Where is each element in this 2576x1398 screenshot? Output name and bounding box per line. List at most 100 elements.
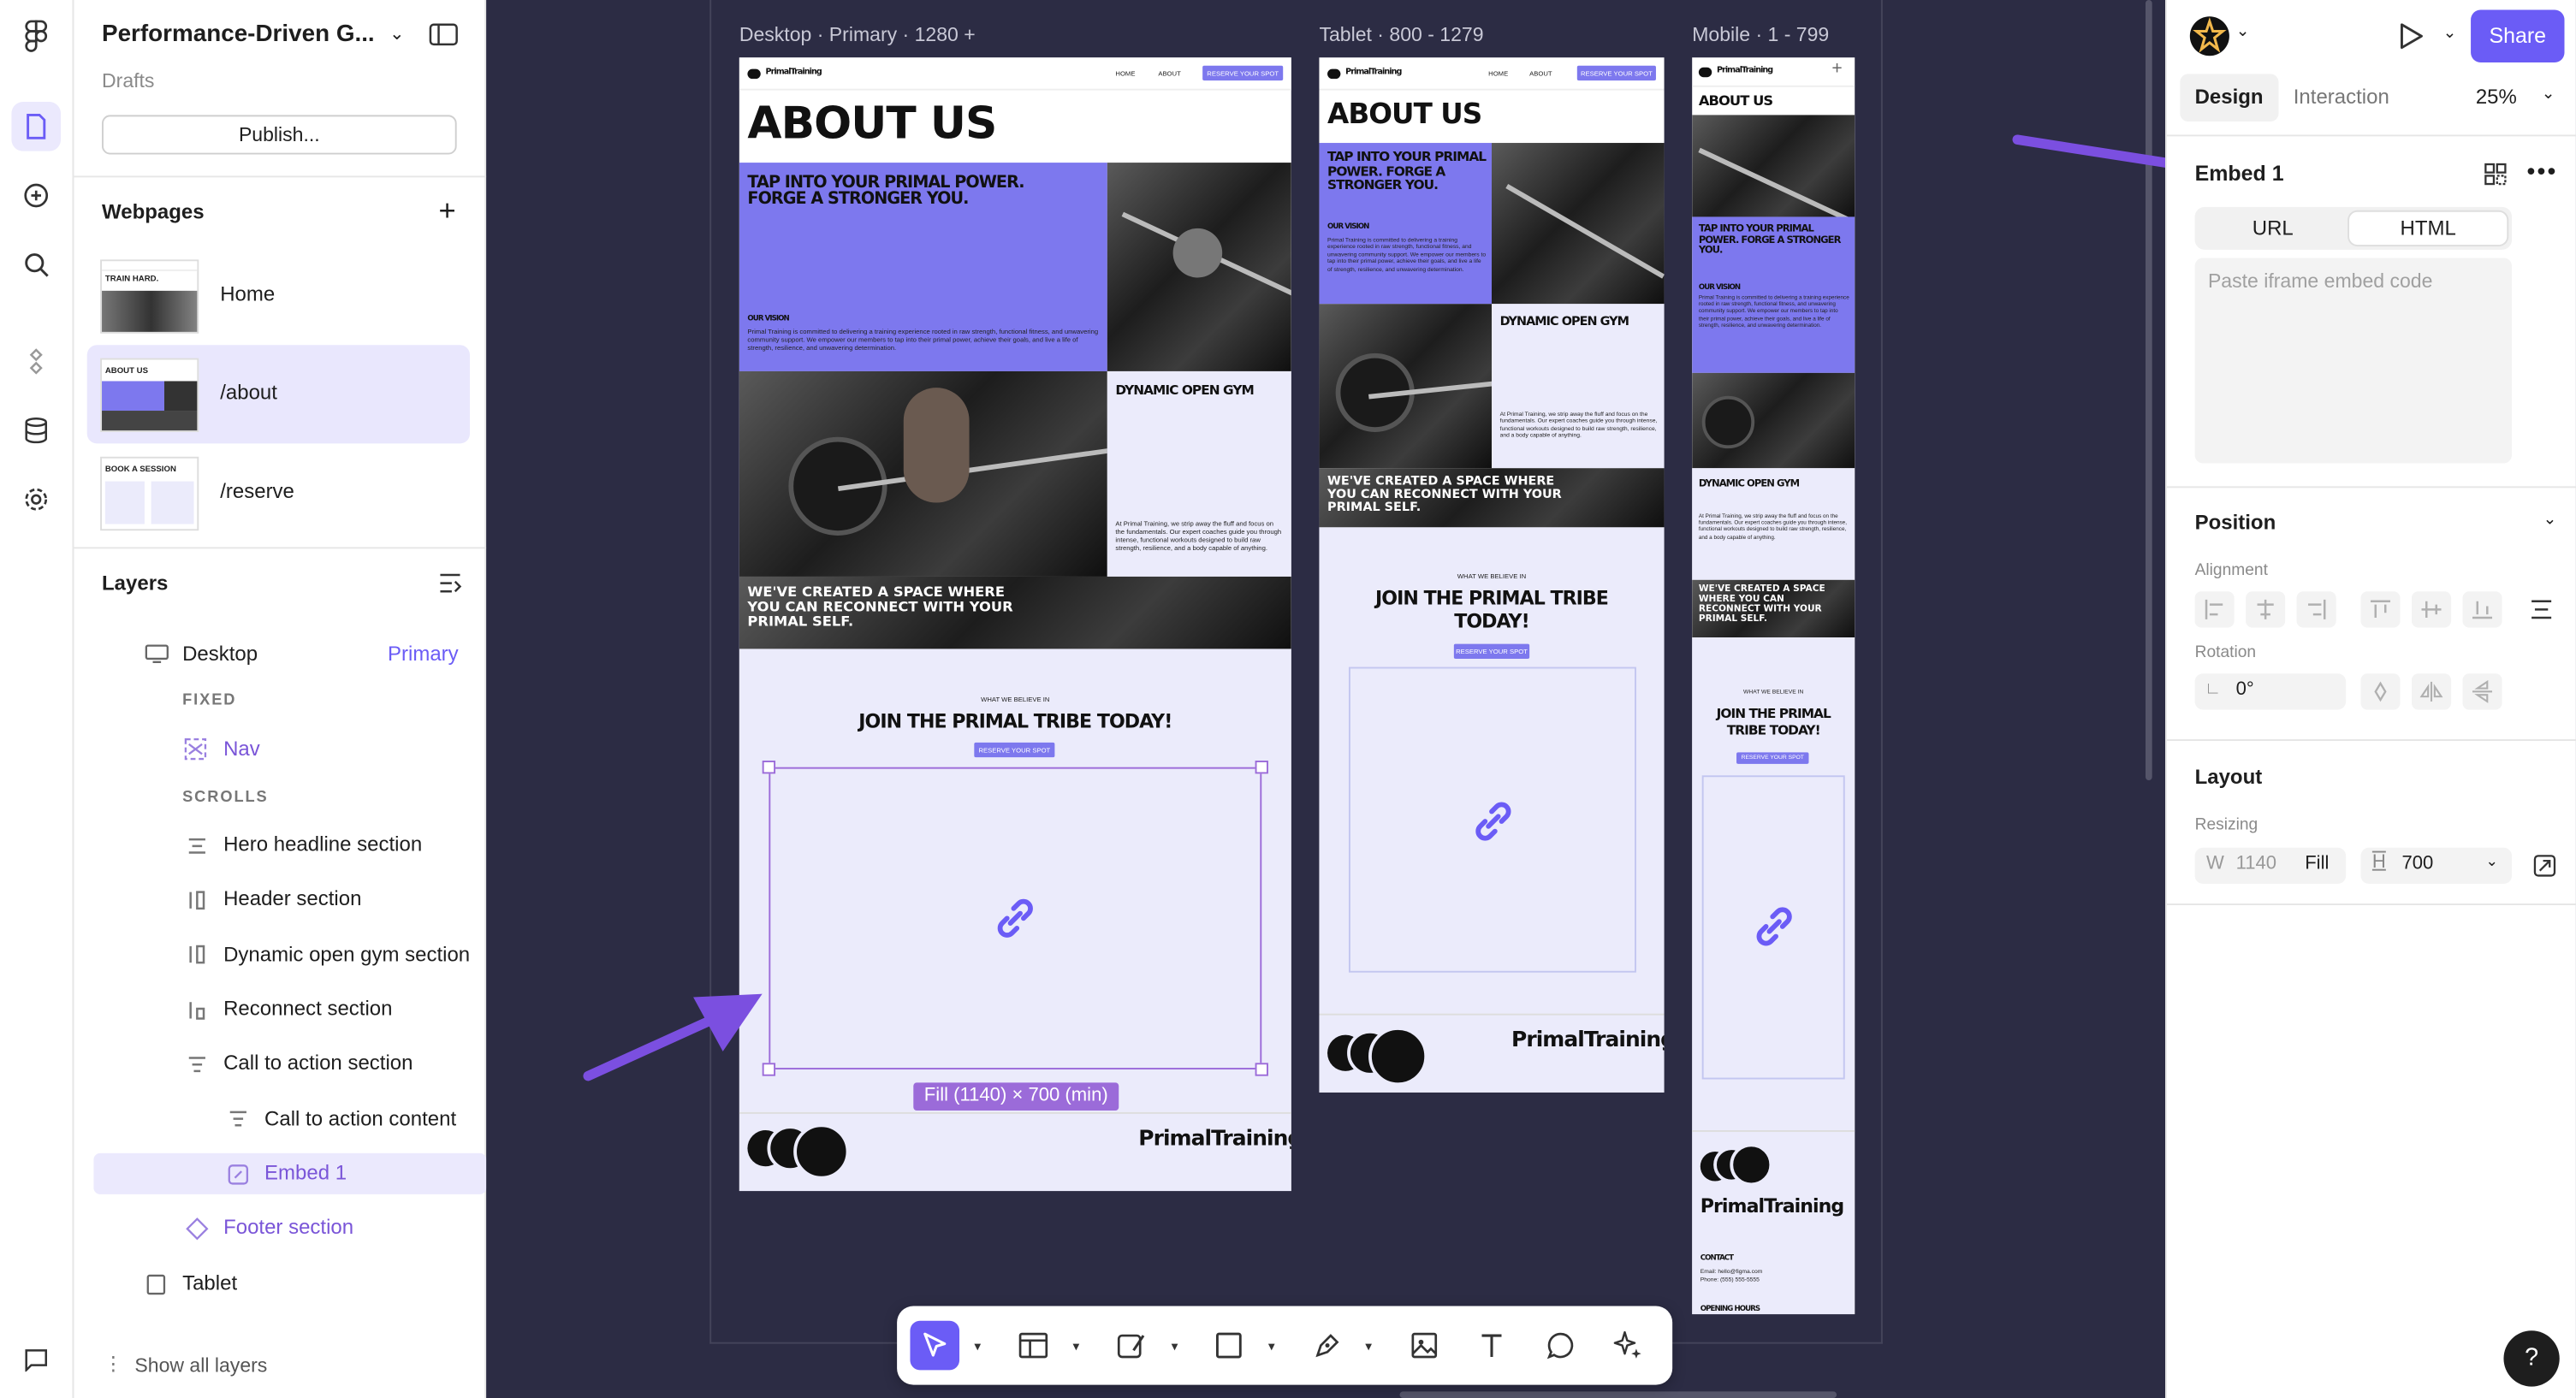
nav-bar: PrimalTraining HOME ABOUT RESERVE YOUR S… [739,57,1291,91]
embed-title: Embed 1 [2194,161,2284,186]
publish-button[interactable]: Publish... [102,115,457,155]
rotation-input[interactable]: ∟ 0° [2194,673,2347,710]
align-bottom-icon[interactable] [2462,591,2502,628]
chevron-down-icon[interactable]: ⌄ [2442,25,2456,43]
resize-handle[interactable] [1255,761,1268,774]
about-title: ABOUT US [747,98,997,150]
layer-desktop[interactable]: Desktop [182,643,258,666]
segment-html[interactable]: HTML [2349,211,2508,246]
divider [2166,486,2576,489]
play-icon[interactable] [2399,21,2425,51]
chevron-down-icon[interactable]: ⌄ [2543,511,2557,529]
resize-handle[interactable] [762,761,776,774]
layer-call-to-action-content[interactable]: Call to action content [264,1107,456,1130]
align-middle-icon[interactable] [2411,591,2452,628]
segment-url[interactable]: URL [2199,212,2346,245]
layout-tool-icon[interactable] [1009,1321,1059,1371]
page-item-reserve[interactable]: BOOK A SESSION /reserve [87,443,470,542]
chevron-down-icon[interactable]: ▾ [1365,1339,1372,1354]
gym-text-block: DYNAMIC OPEN GYM At Primal Training, we … [1491,304,1665,469]
chevron-down-icon[interactable]: ▾ [1172,1339,1178,1354]
desktop-frame-label[interactable]: Desktop · Primary · 1280 + [739,23,976,46]
align-left-icon[interactable] [2194,591,2235,628]
show-all-layers[interactable]: Show all layers [134,1354,267,1377]
pages-icon[interactable] [11,102,62,151]
chevron-down-icon[interactable]: ⌄ [389,23,405,44]
select-tool-icon[interactable] [910,1320,960,1371]
brand-logo-icon [1327,68,1341,80]
min-max-icon[interactable] [2533,854,2556,877]
layer-header-section[interactable]: Header section [223,887,361,910]
text-tool-icon[interactable] [1467,1321,1517,1371]
nav-brand: PrimalTraining [1716,65,1773,76]
zoom-level[interactable]: 25% [2476,86,2517,109]
resize-handle[interactable] [1255,1063,1268,1076]
embed-selection[interactable] [769,767,1262,1069]
feedback-icon[interactable] [11,1336,61,1385]
page-item-about[interactable]: ABOUT US /about [86,345,471,444]
tagline-block: TAP INTO YOUR PRIMAL POWER. FORGE A STRO… [739,163,1107,371]
more-dots-icon[interactable]: ⋮ [104,1352,123,1375]
chevron-down-icon[interactable]: ⌄ [2485,853,2497,871]
help-button[interactable]: ? [2503,1330,2560,1387]
embed-code-textarea[interactable]: Paste iframe embed code [2194,258,2513,464]
flip-horizontal-icon[interactable] [2411,673,2452,710]
canvas-h-scrollbar[interactable] [1399,1391,1837,1398]
search-icon[interactable] [11,240,61,289]
figma-logo-icon[interactable] [11,11,61,61]
align-top-icon[interactable] [2360,591,2401,628]
page-label: /reserve [220,479,294,503]
more-options-icon[interactable]: ••• [2526,157,2557,186]
width-input[interactable]: W 1140 Fill [2194,847,2347,885]
layer-embed-1[interactable]: Embed 1 [264,1162,347,1185]
layer-reconnect-section[interactable]: Reconnect section [223,998,392,1021]
align-right-icon[interactable] [2296,591,2336,628]
layer-hero-headline[interactable]: Hero headline section [223,832,422,856]
component-tool-icon[interactable] [1107,1321,1157,1371]
collapse-layers-icon[interactable] [439,573,462,593]
chevron-down-icon[interactable]: ▾ [974,1339,981,1354]
grid-icon[interactable] [2484,163,2507,186]
nav-bar: PrimalTraining + [1692,57,1855,87]
height-input[interactable]: H 700 ⌄ [2360,847,2513,885]
cms-icon[interactable] [11,406,61,455]
chevron-down-icon[interactable]: ▾ [1072,1339,1079,1354]
insert-icon[interactable] [11,171,61,221]
mobile-frame[interactable]: PrimalTraining + ABOUT US TAP INTO YOUR … [1692,57,1855,1315]
pen-tool-icon[interactable] [1303,1321,1352,1371]
layer-tablet[interactable]: Tablet [182,1271,237,1294]
tablet-frame[interactable]: PrimalTraining HOME ABOUT RESERVE YOUR S… [1319,57,1665,1093]
project-title[interactable]: Performance-Driven G... [102,21,375,48]
size-badge: Fill (1140) × 700 (min) [913,1082,1119,1111]
nav-bar: PrimalTraining HOME ABOUT RESERVE YOUR S… [1319,57,1665,91]
sidebar-toggle-icon[interactable] [429,23,459,46]
canvas-scrollbar[interactable] [2145,0,2152,781]
layer-dynamic-open-gym[interactable]: Dynamic open gym section [223,943,470,966]
add-page-icon[interactable]: + [439,194,456,228]
avatar[interactable] [2189,16,2229,56]
layer-call-to-action[interactable]: Call to action section [223,1051,413,1075]
share-button[interactable]: Share [2471,9,2565,62]
rotate-icon[interactable] [2360,673,2401,710]
layer-nav[interactable]: Nav [223,738,260,761]
align-center-icon[interactable] [2246,591,2286,628]
mobile-frame-label[interactable]: Mobile · 1 - 799 [1692,23,1829,46]
settings-icon[interactable] [11,475,61,524]
columns-icon [186,998,209,1022]
tab-design[interactable]: Design [2195,86,2264,109]
ai-sparkle-icon[interactable] [1604,1321,1653,1371]
deadlift-photo [1319,304,1492,469]
tab-interaction[interactable]: Interaction [2294,86,2389,109]
chevron-down-icon[interactable]: ⌄ [2236,23,2250,41]
layer-footer-section[interactable]: Footer section [223,1216,353,1239]
rectangle-tool-icon[interactable] [1204,1321,1254,1371]
components-icon[interactable] [11,337,61,387]
chevron-down-icon[interactable]: ⌄ [2542,86,2555,104]
tablet-frame-label[interactable]: Tablet · 800 - 1279 [1319,23,1483,46]
comment-tool-icon[interactable] [1536,1321,1586,1371]
image-tool-icon[interactable] [1399,1321,1449,1371]
flip-vertical-icon[interactable] [2462,673,2502,710]
distribute-icon[interactable] [2530,598,2553,621]
chevron-down-icon[interactable]: ▾ [1268,1339,1275,1354]
page-item-home[interactable]: TRAIN HARD. Home [87,246,470,345]
